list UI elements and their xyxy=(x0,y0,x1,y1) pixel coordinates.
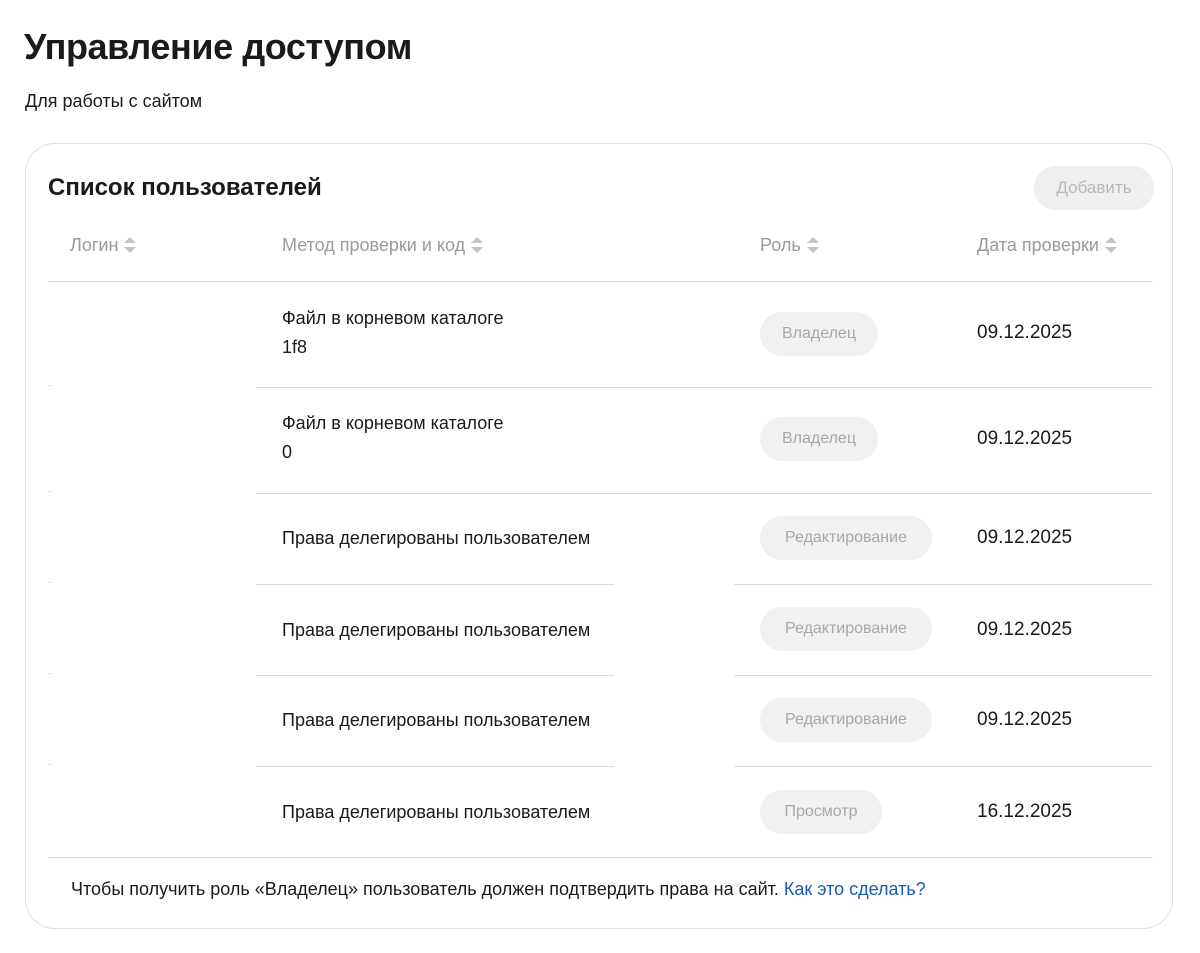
row-divider xyxy=(256,493,1153,494)
add-user-button[interactable]: Добавить xyxy=(1034,166,1154,210)
row-4-method: Права делегированы пользователем xyxy=(282,620,591,640)
column-header-login-label: Логин xyxy=(70,234,119,255)
row-divider xyxy=(734,766,1153,767)
card-title: Список пользователей xyxy=(48,174,322,201)
how-to-link[interactable]: Как это сделать? xyxy=(784,879,926,899)
row-2-method: Файл в корневом каталоге xyxy=(282,413,504,433)
row-4-date: 09.12.2025 xyxy=(977,619,1073,640)
users-list-card: Список пользователей Добавить Логин Мето… xyxy=(25,143,1173,929)
sort-icon xyxy=(124,237,137,253)
login-cell xyxy=(48,385,51,386)
row-1-code: 1f8 xyxy=(282,337,308,357)
row-6-method: Права делегированы пользователем xyxy=(282,802,591,822)
row-divider xyxy=(256,766,614,767)
row-2-role-badge: Владелец xyxy=(760,417,878,461)
column-header-date-label: Дата проверки xyxy=(977,234,1099,255)
row-6-date: 16.12.2025 xyxy=(977,801,1073,822)
row-3-date: 09.12.2025 xyxy=(977,527,1073,548)
sort-icon xyxy=(806,237,819,253)
row-5-date: 09.12.2025 xyxy=(977,709,1073,730)
row-divider xyxy=(256,387,1153,388)
row-5-role-badge: Редактирование xyxy=(760,698,932,742)
table-bottom-divider xyxy=(48,857,1153,858)
login-cell xyxy=(48,764,51,765)
access-management-page: Управление доступом Для работы с сайтом … xyxy=(0,0,1200,953)
sort-icon xyxy=(471,237,484,253)
page-subtitle: Для работы с сайтом xyxy=(25,91,203,111)
row-divider xyxy=(256,584,614,585)
owner-role-note: Чтобы получить роль «Владелец» пользоват… xyxy=(71,879,926,900)
login-cell xyxy=(48,673,51,674)
row-divider xyxy=(734,584,1153,585)
row-3-role-badge: Редактирование xyxy=(760,516,932,560)
sort-icon xyxy=(1104,237,1117,253)
login-cell xyxy=(48,491,51,492)
row-1-date: 09.12.2025 xyxy=(977,322,1073,343)
login-cell xyxy=(48,582,51,583)
row-6-role-badge: Просмотр xyxy=(760,790,882,834)
page-title: Управление доступом xyxy=(24,26,412,67)
column-header-date[interactable]: Дата проверки xyxy=(977,234,1120,256)
row-divider xyxy=(734,675,1153,676)
row-divider xyxy=(256,675,614,676)
row-5-method: Права делегированы пользователем xyxy=(282,710,591,730)
header-divider xyxy=(48,281,1153,282)
row-2-code: 0 xyxy=(282,442,292,462)
row-4-role-badge: Редактирование xyxy=(760,607,932,651)
row-1-role-badge: Владелец xyxy=(760,312,878,356)
row-1-method: Файл в корневом каталоге xyxy=(282,308,504,328)
column-header-role-label: Роль xyxy=(760,234,801,255)
column-header-method-label: Метод проверки и код xyxy=(282,234,466,255)
column-header-role[interactable]: Роль xyxy=(760,234,822,256)
row-2-date: 09.12.2025 xyxy=(977,428,1073,449)
column-header-login[interactable]: Логин xyxy=(70,234,139,256)
owner-role-note-text: Чтобы получить роль «Владелец» пользоват… xyxy=(71,879,784,899)
column-header-method[interactable]: Метод проверки и код xyxy=(282,234,486,256)
row-3-method: Права делегированы пользователем xyxy=(282,528,591,548)
